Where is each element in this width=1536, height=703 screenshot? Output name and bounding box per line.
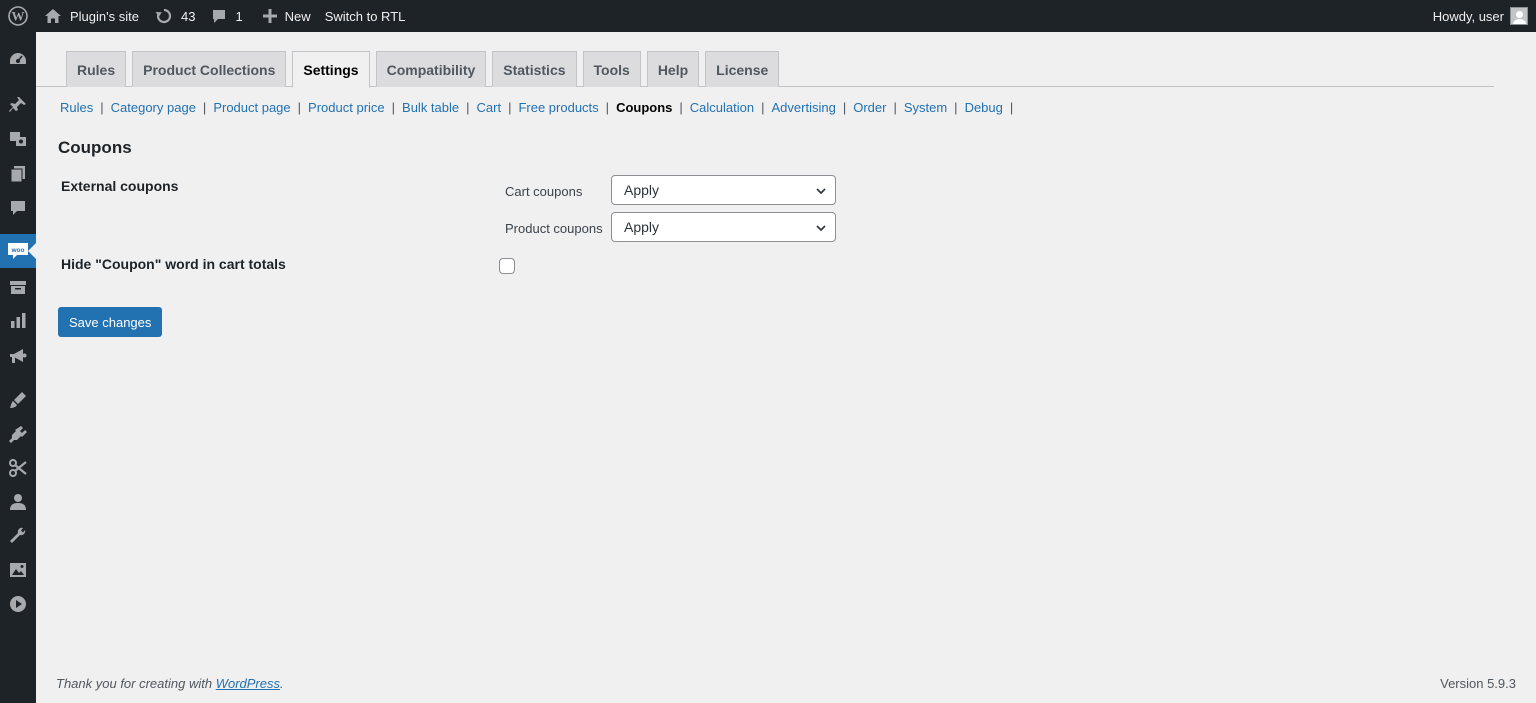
tab-tools[interactable]: Tools bbox=[582, 51, 641, 87]
tab-settings[interactable]: Settings bbox=[292, 51, 370, 88]
product-coupons-label: Product coupons bbox=[505, 221, 603, 236]
subnav-separator: | bbox=[679, 100, 683, 115]
admin-menu: woo bbox=[0, 32, 36, 703]
dashboard-icon[interactable] bbox=[0, 43, 36, 77]
wordpress-link[interactable]: WordPress bbox=[216, 676, 280, 691]
subnav-product-page[interactable]: Product page bbox=[213, 100, 290, 115]
updates-count: 43 bbox=[180, 8, 196, 24]
subnav-rules[interactable]: Rules bbox=[60, 100, 93, 115]
subnav-order[interactable]: Order bbox=[853, 100, 886, 115]
subnav-separator: | bbox=[391, 100, 396, 115]
subnav-bulk-table[interactable]: Bulk table bbox=[402, 100, 459, 115]
comments-count: 1 bbox=[235, 8, 243, 24]
hide-coupon-word-label: Hide "Coupon" word in cart totals bbox=[61, 256, 286, 272]
tab-help[interactable]: Help bbox=[646, 51, 700, 87]
pin-icon[interactable] bbox=[0, 88, 36, 122]
avatar bbox=[1510, 7, 1528, 25]
footer-thanks-suffix: . bbox=[280, 676, 284, 691]
new-label: New bbox=[284, 8, 311, 24]
subnav-product-price[interactable]: Product price bbox=[308, 100, 385, 115]
media-icon[interactable] bbox=[0, 122, 36, 156]
admin-bar: W Plugin's site 43 1 New Switch to RTL H… bbox=[0, 0, 1536, 32]
cart-coupons-value: Apply bbox=[624, 182, 660, 198]
media-library-icon[interactable] bbox=[0, 553, 36, 587]
home-icon bbox=[45, 9, 61, 23]
subnav-debug[interactable]: Debug bbox=[965, 100, 1003, 115]
wordpress-logo-icon[interactable]: W bbox=[0, 0, 36, 32]
subnav-separator: | bbox=[466, 100, 470, 115]
play-icon[interactable] bbox=[0, 587, 36, 621]
footer-version: Version 5.9.3 bbox=[1440, 676, 1516, 691]
subnav-separator: | bbox=[605, 100, 610, 115]
updates-icon bbox=[155, 8, 172, 24]
subnav-calculation[interactable]: Calculation bbox=[690, 100, 754, 115]
footer-thanks: Thank you for creating with WordPress. bbox=[56, 676, 284, 691]
new-content-link[interactable]: New bbox=[262, 0, 311, 32]
rtl-label: Switch to RTL bbox=[324, 8, 406, 24]
pages-icon[interactable] bbox=[0, 157, 36, 191]
comments-icon[interactable] bbox=[0, 191, 36, 225]
switch-rtl-link[interactable]: Switch to RTL bbox=[325, 0, 406, 32]
tab-rules[interactable]: Rules bbox=[66, 51, 127, 87]
tab-statistics[interactable]: Statistics bbox=[492, 51, 577, 87]
users-icon[interactable] bbox=[0, 485, 36, 519]
subnav-separator: | bbox=[297, 100, 302, 115]
tab-compatibility[interactable]: Compatibility bbox=[375, 51, 487, 87]
subnav-separator: | bbox=[954, 100, 958, 115]
my-account-link[interactable]: Howdy, user bbox=[1433, 0, 1528, 32]
subnav-coupons[interactable]: Coupons bbox=[616, 100, 672, 115]
tab-license[interactable]: License bbox=[705, 51, 780, 87]
subnav-separator: | bbox=[1009, 100, 1014, 115]
tools-icon[interactable] bbox=[0, 451, 36, 485]
external-coupons-label: External coupons bbox=[61, 178, 179, 194]
chevron-down-icon bbox=[816, 225, 826, 232]
plugins-icon[interactable] bbox=[0, 417, 36, 451]
footer-thanks-text: Thank you for creating with bbox=[56, 676, 216, 691]
subnav-separator: | bbox=[100, 100, 104, 115]
cart-coupons-select[interactable]: Apply bbox=[611, 175, 836, 205]
subnav-separator: | bbox=[508, 100, 512, 115]
updates-link[interactable]: 43 bbox=[155, 0, 195, 32]
svg-text:W: W bbox=[12, 9, 25, 24]
settings-subnav: Rules | Category page | Product page | Prod… bbox=[60, 100, 1020, 115]
product-coupons-select[interactable]: Apply bbox=[611, 212, 836, 242]
save-changes-button[interactable]: Save changes bbox=[58, 307, 163, 337]
subnav-separator: | bbox=[893, 100, 897, 115]
subnav-free-products[interactable]: Free products bbox=[518, 100, 598, 115]
subnav-separator: | bbox=[842, 100, 847, 115]
svg-text:woo: woo bbox=[11, 247, 25, 254]
cart-coupons-label: Cart coupons bbox=[505, 184, 583, 199]
product-coupons-value: Apply bbox=[624, 219, 660, 235]
woocommerce-icon[interactable]: woo bbox=[0, 234, 36, 268]
subnav-system[interactable]: System bbox=[904, 100, 947, 115]
appearance-icon[interactable] bbox=[0, 383, 36, 417]
subnav-category-page[interactable]: Category page bbox=[111, 100, 196, 115]
nav-tabs: Rules Product Collections Settings Compa… bbox=[66, 51, 785, 88]
subnav-cart[interactable]: Cart bbox=[477, 100, 502, 115]
section-title: Coupons bbox=[58, 138, 132, 157]
hide-coupon-word-checkbox[interactable] bbox=[499, 258, 515, 274]
products-icon[interactable] bbox=[0, 270, 36, 304]
subnav-advertising[interactable]: Advertising bbox=[772, 100, 836, 115]
site-name: Plugin's site bbox=[70, 8, 139, 24]
subnav-separator: | bbox=[202, 100, 207, 115]
subnav-separator: | bbox=[761, 100, 765, 115]
tab-product-collections[interactable]: Product Collections bbox=[132, 51, 287, 87]
settings-icon[interactable] bbox=[0, 519, 36, 553]
analytics-icon[interactable] bbox=[0, 304, 36, 338]
comment-icon bbox=[213, 10, 226, 23]
marketing-icon[interactable] bbox=[0, 339, 36, 373]
howdy-text: Howdy, user bbox=[1432, 8, 1504, 24]
comments-link[interactable]: 1 bbox=[211, 0, 243, 32]
site-name-link[interactable]: Plugin's site bbox=[36, 0, 139, 32]
chevron-down-icon bbox=[816, 188, 826, 195]
plus-icon bbox=[262, 9, 277, 23]
